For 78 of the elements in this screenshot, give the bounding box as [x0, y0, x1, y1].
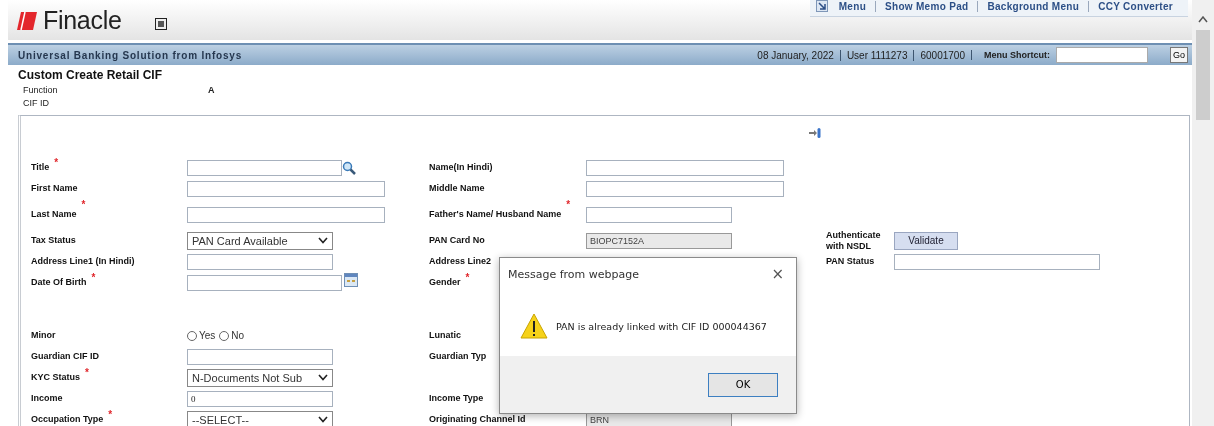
field-label: Date Of Birth [31, 277, 87, 288]
radio-option[interactable]: Yes [187, 330, 216, 341]
field-label: Name(In Hindi) [429, 162, 493, 173]
field-label: Middle Name [429, 183, 485, 194]
ok-button[interactable]: OK [708, 372, 778, 397]
date-text: 08 January, 2022 [756, 49, 835, 61]
required-mark: * [54, 157, 59, 168]
required-mark: * [566, 199, 571, 210]
field-label: First Name [31, 183, 78, 194]
validate-button[interactable]: Validate [894, 231, 958, 250]
field-label: Title [31, 162, 50, 173]
field-label: Income Type [429, 393, 484, 404]
text-field[interactable] [894, 253, 1100, 270]
menu-link[interactable]: Show Memo Pad [875, 0, 978, 12]
branch-text: 60001700 [913, 49, 971, 61]
field-label: Originating Channel Id [429, 414, 526, 425]
scrollbar-thumb[interactable] [1196, 30, 1210, 120]
field-label: Lunatic [429, 330, 461, 341]
dropdown[interactable]: PAN Card Available [187, 231, 333, 250]
field-label: Occupation Type [31, 414, 104, 425]
field-label: PAN Card No [429, 235, 485, 246]
text-field[interactable] [187, 206, 385, 223]
search-icon[interactable] [342, 160, 356, 175]
field-label: Income [31, 393, 63, 404]
field-label: Gender [429, 277, 461, 288]
field-label: Address Line1 (In Hindi) [31, 256, 135, 267]
field-label: KYC Status [31, 372, 80, 383]
go-button[interactable]: Go [1170, 47, 1188, 63]
close-button[interactable]: × [767, 265, 788, 283]
dropdown[interactable]: --SELECT-- [187, 410, 333, 426]
logo-text: Finacle [43, 6, 122, 35]
field-label: Tax Status [31, 235, 76, 246]
required-mark: * [465, 272, 470, 283]
field-label: Guardian CIF ID [31, 351, 99, 362]
scroll-up-icon[interactable] [1198, 16, 1208, 23]
chevron-down-icon [318, 374, 328, 381]
required-mark: * [108, 409, 113, 420]
warning-icon [520, 313, 548, 339]
banner-title: Universal Banking Solution from Infosys [18, 49, 242, 61]
required-mark: * [85, 367, 89, 378]
text-field[interactable]: 0 [187, 390, 333, 407]
dialog-title: Message from webpage [508, 267, 640, 281]
menu-link[interactable]: Menu [829, 0, 876, 12]
text-field[interactable] [187, 180, 385, 197]
field-label: Minor [31, 330, 56, 341]
field-label: Address Line2 [429, 256, 492, 267]
shortcut-field[interactable] [1056, 47, 1148, 63]
text-field[interactable] [187, 159, 342, 176]
resize-icon[interactable] [815, 0, 828, 12]
page-title: Custom Create Retail CIF [18, 68, 164, 82]
field-label: CIF ID [23, 98, 50, 108]
logo-icon [16, 10, 38, 31]
required-mark: * [81, 199, 86, 210]
text-field[interactable] [187, 253, 333, 270]
text-field[interactable] [187, 348, 333, 365]
field-value: A [208, 85, 216, 95]
text-field[interactable] [586, 206, 732, 223]
shortcut-label: Menu Shortcut: [971, 50, 1056, 60]
user-text: User 1111273 [839, 49, 914, 61]
dropdown[interactable]: N-Documents Not Sub [187, 368, 333, 387]
calendar-icon[interactable] [344, 272, 358, 287]
scrollbar[interactable] [1192, 0, 1214, 426]
menu-link[interactable]: Background Menu [977, 0, 1089, 12]
chevron-down-icon [318, 237, 328, 244]
field-label: Function [23, 85, 59, 95]
text-field[interactable] [586, 159, 784, 176]
field-label: Father's Name/ Husband Name [429, 209, 562, 220]
field-label: Guardian Typ [429, 351, 487, 362]
dialog-message: PAN is already linked with CIF ID 000044367 [556, 320, 767, 332]
text-field[interactable] [187, 274, 342, 291]
field-label: Last Name [31, 209, 77, 220]
required-mark: * [91, 272, 96, 283]
field-label: Authenticate with NSDL [826, 229, 882, 252]
chevron-down-icon [318, 416, 328, 423]
menu-link[interactable]: CCY Converter [1088, 0, 1182, 12]
text-field[interactable] [586, 180, 784, 197]
radio-option[interactable]: No [219, 330, 245, 341]
field-label: PAN Status [826, 256, 875, 267]
